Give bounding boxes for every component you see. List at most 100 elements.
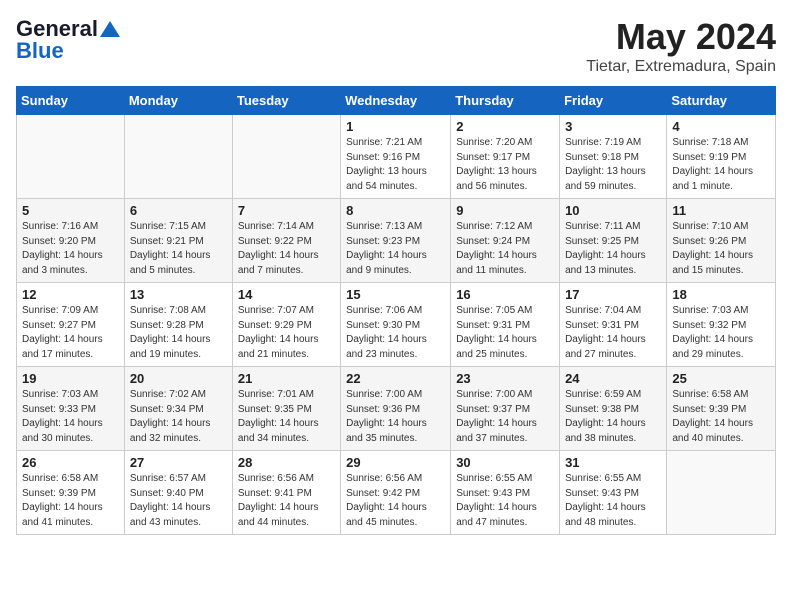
day-number: 30 [456,455,554,470]
day-info: Sunrise: 6:59 AMSunset: 9:38 PMDaylight:… [565,388,661,446]
calendar-cell: 21 Sunrise: 7:01 AMSunset: 9:35 PMDayligh… [232,367,340,451]
calendar-week-row: 5Sunrise: 7:16 AMSunset: 9:20 PMDaylight… [17,199,776,283]
calendar-subtitle: Tietar, Extremadura, Spain [586,58,776,76]
day-number: 18 [672,287,770,302]
day-number: 29 [346,455,445,470]
day-info: Sunrise: 6:55 AMSunset: 9:43 PMDaylight:… [565,472,661,530]
logo-blue: Blue [16,38,64,63]
calendar-cell: 15 Sunrise: 7:06 AMSunset: 9:30 PMDayligh… [341,283,451,367]
day-number: 3 [565,119,661,134]
day-of-week-friday: Friday [560,87,667,115]
calendar-cell: 6 Sunrise: 7:15 AMSunset: 9:21 PMDaylight… [124,199,232,283]
day-info: Sunrise: 6:57 AMSunset: 9:40 PMDaylight:… [130,472,227,530]
day-info: Sunrise: 7:03 AMSunset: 9:32 PMDaylight:… [672,304,770,362]
day-number: 16 [456,287,554,302]
day-info: Sunrise: 7:12 AMSunset: 9:24 PMDaylight:… [456,220,554,278]
calendar-cell: 22 Sunrise: 7:00 AMSunset: 9:36 PMDayligh… [341,367,451,451]
day-info: Sunrise: 7:13 AMSunset: 9:23 PMDaylight:… [346,220,445,278]
day-number: 23 [456,371,554,386]
calendar-cell: 3 Sunrise: 7:19 AMSunset: 9:18 PMDaylight… [560,115,667,199]
day-of-week-sunday: Sunday [17,87,125,115]
calendar-cell: 13 Sunrise: 7:08 AMSunset: 9:28 PMDayligh… [124,283,232,367]
day-info: Sunrise: 7:04 AMSunset: 9:31 PMDaylight:… [565,304,661,362]
day-info: Sunrise: 6:58 AMSunset: 9:39 PMDaylight:… [22,472,119,530]
day-number: 26 [22,455,119,470]
day-info: Sunrise: 7:00 AMSunset: 9:36 PMDaylight:… [346,388,445,446]
day-info: Sunrise: 7:19 AMSunset: 9:18 PMDaylight:… [565,136,661,194]
day-number: 21 [238,371,335,386]
calendar-cell: 10 Sunrise: 7:11 AMSunset: 9:25 PMDayligh… [560,199,667,283]
day-info: Sunrise: 7:07 AMSunset: 9:29 PMDaylight:… [238,304,335,362]
day-number: 2 [456,119,554,134]
day-number: 19 [22,371,119,386]
calendar-cell: 16 Sunrise: 7:05 AMSunset: 9:31 PMDayligh… [451,283,560,367]
day-of-week-saturday: Saturday [667,87,776,115]
calendar-week-row: 12Sunrise: 7:09 AMSunset: 9:27 PMDayligh… [17,283,776,367]
calendar-header-row: SundayMondayTuesdayWednesdayThursdayFrid… [17,87,776,115]
day-number: 8 [346,203,445,218]
calendar-cell: 5Sunrise: 7:16 AMSunset: 9:20 PMDaylight… [17,199,125,283]
calendar-cell: 18 Sunrise: 7:03 AMSunset: 9:32 PMDayligh… [667,283,776,367]
day-info: Sunrise: 6:55 AMSunset: 9:43 PMDaylight:… [456,472,554,530]
day-number: 1 [346,119,445,134]
calendar-cell: 28 Sunrise: 6:56 AMSunset: 9:41 PMDayligh… [232,451,340,535]
day-number: 7 [238,203,335,218]
day-number: 4 [672,119,770,134]
calendar-cell: 20 Sunrise: 7:02 AMSunset: 9:34 PMDayligh… [124,367,232,451]
calendar-cell: 12Sunrise: 7:09 AMSunset: 9:27 PMDayligh… [17,283,125,367]
day-of-week-wednesday: Wednesday [341,87,451,115]
day-of-week-thursday: Thursday [451,87,560,115]
day-info: Sunrise: 7:01 AMSunset: 9:35 PMDaylight:… [238,388,335,446]
calendar-title: May 2024 [586,16,776,58]
day-number: 13 [130,287,227,302]
day-info: Sunrise: 6:58 AMSunset: 9:39 PMDaylight:… [672,388,770,446]
day-number: 25 [672,371,770,386]
page-header: General Blue May 2024 Tietar, Extremadur… [16,16,776,76]
calendar-cell: 1 Sunrise: 7:21 AMSunset: 9:16 PMDaylight… [341,115,451,199]
day-info: Sunrise: 6:56 AMSunset: 9:41 PMDaylight:… [238,472,335,530]
day-info: Sunrise: 7:21 AMSunset: 9:16 PMDaylight:… [346,136,445,194]
day-number: 27 [130,455,227,470]
day-number: 24 [565,371,661,386]
day-info: Sunrise: 7:18 AMSunset: 9:19 PMDaylight:… [672,136,770,194]
day-info: Sunrise: 7:10 AMSunset: 9:26 PMDaylight:… [672,220,770,278]
calendar-cell: 4 Sunrise: 7:18 AMSunset: 9:19 PMDaylight… [667,115,776,199]
day-of-week-tuesday: Tuesday [232,87,340,115]
calendar-table: SundayMondayTuesdayWednesdayThursdayFrid… [16,86,776,535]
calendar-cell [124,115,232,199]
day-info: Sunrise: 7:08 AMSunset: 9:28 PMDaylight:… [130,304,227,362]
calendar-cell: 11Sunrise: 7:10 AMSunset: 9:26 PMDayligh… [667,199,776,283]
day-info: Sunrise: 7:00 AMSunset: 9:37 PMDaylight:… [456,388,554,446]
day-number: 20 [130,371,227,386]
day-number: 9 [456,203,554,218]
day-info: Sunrise: 7:11 AMSunset: 9:25 PMDaylight:… [565,220,661,278]
day-number: 15 [346,287,445,302]
calendar-cell: 7 Sunrise: 7:14 AMSunset: 9:22 PMDaylight… [232,199,340,283]
calendar-cell: 27 Sunrise: 6:57 AMSunset: 9:40 PMDayligh… [124,451,232,535]
calendar-cell: 17 Sunrise: 7:04 AMSunset: 9:31 PMDayligh… [560,283,667,367]
calendar-week-row: 26 Sunrise: 6:58 AMSunset: 9:39 PMDayligh… [17,451,776,535]
calendar-cell: 8 Sunrise: 7:13 AMSunset: 9:23 PMDaylight… [341,199,451,283]
day-number: 17 [565,287,661,302]
calendar-cell: 24 Sunrise: 6:59 AMSunset: 9:38 PMDayligh… [560,367,667,451]
day-number: 31 [565,455,661,470]
calendar-week-row: 19 Sunrise: 7:03 AMSunset: 9:33 PMDayligh… [17,367,776,451]
logo: General Blue [16,16,120,64]
day-number: 10 [565,203,661,218]
day-info: Sunrise: 7:06 AMSunset: 9:30 PMDaylight:… [346,304,445,362]
calendar-cell [17,115,125,199]
day-info: Sunrise: 7:02 AMSunset: 9:34 PMDaylight:… [130,388,227,446]
day-number: 28 [238,455,335,470]
day-info: Sunrise: 7:03 AMSunset: 9:33 PMDaylight:… [22,388,119,446]
day-number: 14 [238,287,335,302]
day-number: 22 [346,371,445,386]
day-info: Sunrise: 7:20 AMSunset: 9:17 PMDaylight:… [456,136,554,194]
calendar-cell: 19 Sunrise: 7:03 AMSunset: 9:33 PMDayligh… [17,367,125,451]
day-number: 6 [130,203,227,218]
calendar-week-row: 1 Sunrise: 7:21 AMSunset: 9:16 PMDaylight… [17,115,776,199]
day-info: Sunrise: 7:14 AMSunset: 9:22 PMDaylight:… [238,220,335,278]
day-info: Sunrise: 7:15 AMSunset: 9:21 PMDaylight:… [130,220,227,278]
day-number: 5 [22,203,119,218]
day-info: Sunrise: 7:05 AMSunset: 9:31 PMDaylight:… [456,304,554,362]
calendar-cell: 29Sunrise: 6:56 AMSunset: 9:42 PMDayligh… [341,451,451,535]
